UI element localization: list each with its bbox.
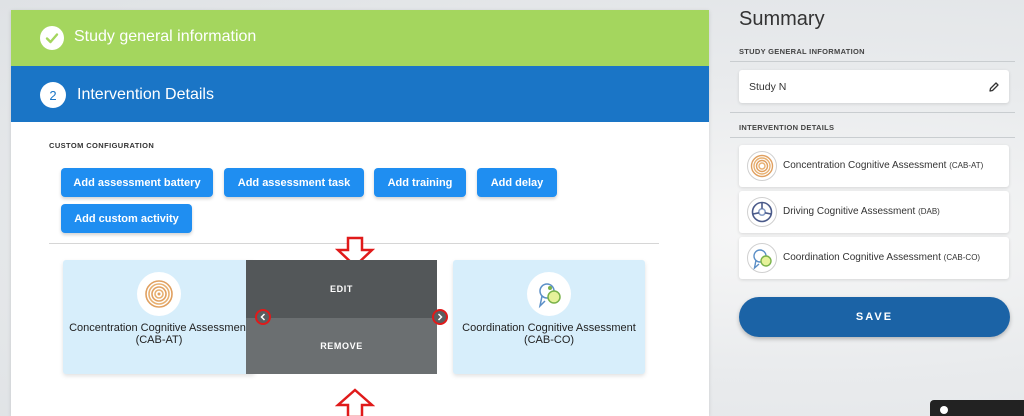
summary-item-label: Driving Cognitive Assessment (DAB)	[783, 206, 940, 217]
red-up-arrow-annotation	[335, 388, 375, 416]
summary-item-label: Concentration Cognitive Assessment (CAB-…	[783, 160, 984, 171]
intervention-details-heading: INTERVENTION DETAILS	[739, 123, 835, 132]
summary-item-dab[interactable]: Driving Cognitive Assessment (DAB)	[739, 191, 1009, 233]
move-right-button[interactable]	[432, 309, 448, 325]
steering-wheel-icon	[747, 197, 777, 227]
add-training-button[interactable]: Add training	[374, 168, 466, 197]
study-general-info-heading: STUDY GENERAL INFORMATION	[739, 47, 865, 56]
summary-item-cab-co[interactable]: Coordination Cognitive Assessment (CAB-C…	[739, 237, 1009, 279]
edit-button[interactable]: EDIT	[246, 260, 437, 318]
activity-card-actions-overlay: EDIT REMOVE	[246, 260, 437, 374]
step-label: Study general information	[74, 28, 257, 45]
corner-widget[interactable]	[930, 400, 1024, 416]
coordination-icon	[747, 243, 777, 273]
add-custom-activity-button[interactable]: Add custom activity	[61, 204, 192, 233]
summary-item-cab-at[interactable]: Concentration Cognitive Assessment (CAB-…	[739, 145, 1009, 187]
study-name-field[interactable]: Study N	[739, 70, 1009, 103]
divider	[730, 61, 1015, 62]
add-assessment-battery-button[interactable]: Add assessment battery	[61, 168, 213, 197]
summary-item-label: Coordination Cognitive Assessment (CAB-C…	[783, 252, 981, 263]
step-number-badge: 2	[40, 82, 66, 108]
move-left-button[interactable]	[255, 309, 271, 325]
step-intervention-details[interactable]: 2 Intervention Details	[11, 66, 709, 122]
card-title: Coordination Cognitive Assessment (CAB-C…	[462, 322, 636, 346]
divider	[730, 112, 1015, 113]
card-title: Concentration Cognitive Assessment (CAB-…	[69, 322, 249, 346]
chevron-left-icon	[259, 308, 267, 326]
concentric-circles-icon	[137, 272, 181, 316]
check-icon	[40, 26, 64, 50]
study-name-value: Study N	[749, 81, 787, 93]
pencil-icon[interactable]	[988, 80, 1000, 98]
activity-card-cab-at[interactable]: Concentration Cognitive Assessment (CAB-…	[63, 260, 255, 374]
step-study-general-info[interactable]: Study general information	[11, 10, 709, 66]
activity-card-cab-co[interactable]: Coordination Cognitive Assessment (CAB-C…	[453, 260, 645, 374]
step-label: Intervention Details	[77, 86, 214, 103]
concentric-circles-icon	[747, 151, 777, 181]
summary-title: Summary	[739, 8, 825, 30]
dot-icon	[940, 406, 948, 414]
add-assessment-task-button[interactable]: Add assessment task	[224, 168, 364, 197]
add-delay-button[interactable]: Add delay	[477, 168, 557, 197]
chevron-right-icon	[436, 308, 444, 326]
coordination-icon	[527, 272, 571, 316]
divider	[730, 137, 1015, 138]
remove-button[interactable]: REMOVE	[246, 318, 437, 374]
save-button[interactable]: SAVE	[739, 297, 1010, 337]
custom-configuration-heading: CUSTOM CONFIGURATION	[49, 141, 155, 150]
